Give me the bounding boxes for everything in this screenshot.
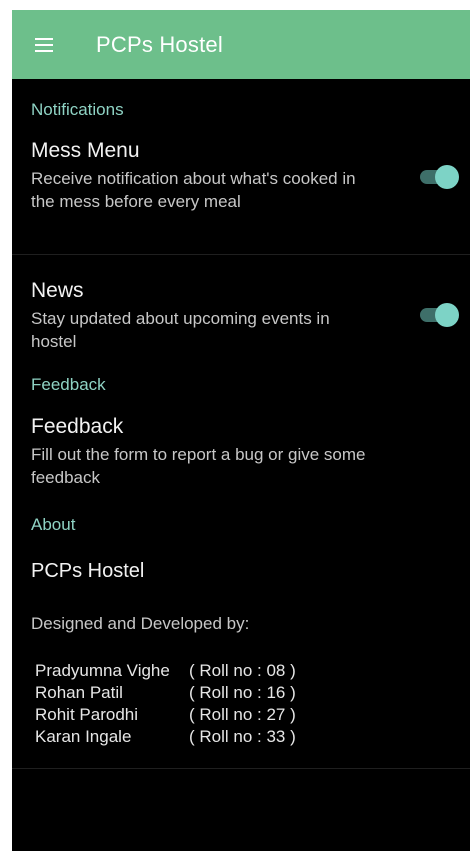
developer-name: Rohan Patil [35,683,123,702]
feedback-preference[interactable]: Feedback Fill out the form to report a b… [12,415,470,515]
news-title: News [31,279,84,302]
developer-name: Karan Ingale [35,727,132,746]
toggle-thumb [435,165,459,189]
developer-name: Pradyumna Vighe [35,661,170,680]
divider [12,254,470,255]
hamburger-menu-icon[interactable] [22,23,66,67]
phone-screen: PCPs Hostel Notifications Mess Menu Rece… [12,10,470,851]
mess-menu-title: Mess Menu [31,139,140,162]
news-toggle[interactable] [418,303,459,327]
feedback-title: Feedback [31,415,124,438]
news-summary: Stay updated about upcoming events in ho… [31,309,330,351]
app-title: PCPs Hostel [96,31,223,57]
list-item: Rohit Parodhi ( Roll no : 27 ) [35,704,470,726]
list-item: Rohan Patil ( Roll no : 16 ) [35,682,470,704]
feedback-summary: Fill out the form to report a bug or giv… [31,445,366,487]
developer-roll: ( Roll no : 33 ) [189,727,296,746]
designed-by-label: Designed and Developed by: [31,614,250,633]
notifications-category-header: Notifications [31,100,124,119]
developer-credits: Pradyumna Vighe ( Roll no : 08 ) Rohan P… [12,660,470,748]
developer-roll: ( Roll no : 16 ) [189,683,296,702]
developer-name: Rohit Parodhi [35,705,139,724]
app-toolbar: PCPs Hostel [12,10,470,79]
about-category-header: About [31,515,76,534]
list-item: Karan Ingale ( Roll no : 33 ) [35,726,470,748]
divider [12,768,470,769]
about-app-item[interactable]: PCPs Hostel [12,560,470,612]
developer-roll: ( Roll no : 27 ) [189,705,296,724]
designed-by-row: Designed and Developed by: [12,612,470,660]
mess-menu-preference[interactable]: Mess Menu Receive notification about wha… [12,139,470,254]
list-item: Pradyumna Vighe ( Roll no : 08 ) [35,660,470,682]
mess-menu-summary: Receive notification about what's cooked… [31,169,356,211]
about-app-name: PCPs Hostel [31,560,145,582]
developer-roll: ( Roll no : 08 ) [189,661,296,680]
news-preference[interactable]: News Stay updated about upcoming events … [12,279,470,369]
toggle-thumb [435,303,459,327]
settings-list: Notifications Mess Menu Receive notifica… [12,79,470,769]
mess-menu-toggle[interactable] [418,165,459,189]
feedback-category-header: Feedback [31,375,106,394]
